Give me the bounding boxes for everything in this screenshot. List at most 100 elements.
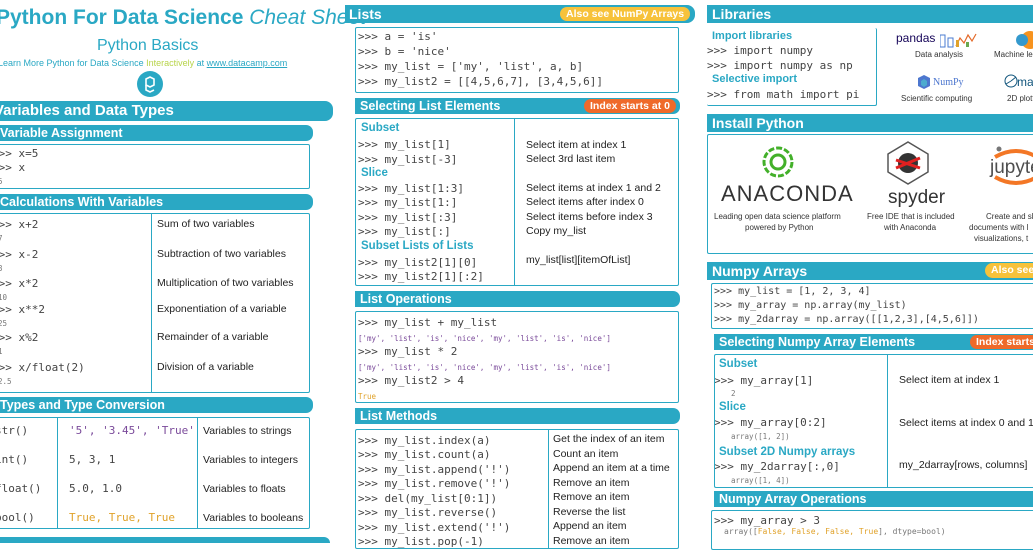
numpy-logo: NumPy [933, 77, 964, 88]
also-see-numpy-tag[interactable]: Also see NumPy Arrays [560, 7, 691, 21]
table-row: >>> x**2 [0, 303, 45, 316]
code-line: >>> my_list = ['my', 'list', a, b] [358, 60, 584, 73]
table-row: bool() [0, 511, 35, 524]
table-row: >>> x+2 [0, 218, 39, 231]
title-bold: Python For Data Science [0, 6, 244, 29]
divider [548, 430, 549, 548]
section-variables: Variables and Data Types [0, 101, 333, 121]
calculations-title: Calculations With Variables [0, 194, 313, 210]
code-line: >>> b = 'nice' [358, 45, 451, 58]
install-python-box: ANACONDA Leading open data science platf… [707, 134, 1033, 254]
code-line: >>> my_array = np.array(my_list) [714, 300, 907, 311]
pandas-caption: Data analysis [915, 50, 964, 59]
numpy-also-see-tag[interactable]: Also see [985, 263, 1033, 278]
code-output: array([False, False, False, True], dtype… [724, 527, 946, 536]
code-line: >>> x [0, 161, 26, 174]
types-title: Types and Type Conversion [0, 397, 313, 413]
list-methods-title: List Methods [355, 408, 680, 424]
table-row: str() [0, 424, 29, 437]
code-output: 5 [0, 177, 3, 186]
types-box: str() '5', '3.45', 'True' Variables to s… [0, 417, 310, 529]
table-row: int() [0, 453, 29, 466]
code-line: >>> my_list[1:3] [358, 182, 464, 195]
code-line: >>> my_list[1:] [358, 196, 458, 209]
index-starts-tag: Index starts at 0 [584, 99, 676, 113]
spyder-caption: Free IDE that is included [867, 212, 955, 221]
lists-box: >>> a = 'is' >>> b = 'nice' >>> my_list … [355, 27, 679, 93]
table-row: >>> my_list.count(a) [358, 448, 491, 461]
datacamp-logo-icon [137, 71, 163, 97]
calculations-box: >>> x+2 7 Sum of two variables >>> x-2 3… [0, 213, 310, 393]
code-line: >>> my_list * 2 [358, 345, 458, 358]
list-operations-title: List Operations [355, 291, 680, 307]
code-line: >>> my_list = [1, 2, 3, 4] [714, 286, 871, 297]
variable-assignment-box: >>> x=5 >>> x 5 [0, 144, 310, 189]
ml-caption: Machine le [994, 50, 1033, 59]
divider [57, 418, 58, 528]
divider [887, 355, 888, 487]
table-row: >>> del(my_list[0:1]) [358, 492, 498, 505]
jupyter-caption: documents with l [969, 223, 1029, 232]
table-row: >>> x%2 [0, 331, 39, 344]
code-line: >>> my_list[:] [358, 225, 451, 238]
code-line: >>> my_list2[1][:2] [358, 270, 484, 283]
list-operations-box: >>> my_list + my_list ['my', 'list', 'is… [355, 311, 679, 403]
libraries-box: Import libraries >>> import numpy >>> im… [707, 26, 1033, 108]
code-line: >>> my_list2 > 4 [358, 374, 464, 387]
matplotlib-logo-icon [1004, 74, 1018, 93]
anaconda-caption: Leading open data science platform [714, 212, 841, 221]
datacamp-link[interactable]: www.datacamp.com [207, 58, 288, 68]
ml-logo-icon [1014, 30, 1033, 50]
numpy-logo-icon [917, 74, 931, 95]
table-row: >>> x*2 [0, 277, 39, 290]
code-line: >>> my_list[:3] [358, 211, 458, 224]
divider [151, 214, 152, 392]
divider [514, 119, 515, 285]
code-line: >>> my_list[-3] [358, 153, 458, 166]
subtitle: Python Basics [97, 37, 199, 54]
list-methods-box: >>> my_list.index(a) Get the index of an… [355, 429, 679, 549]
spyder-caption: with Anaconda [884, 223, 937, 232]
code-line: >>> my_list2[1][0] [358, 256, 478, 269]
table-row: >>> my_list.index(a) [358, 434, 491, 447]
numpy-caption: Scientific computing [901, 94, 973, 103]
pandas-logo: pandas [896, 31, 936, 45]
selecting-list-box: Subset >>> my_list[1] Select item at ind… [355, 118, 679, 286]
learn-more: Learn More Python for Data Science Inter… [0, 58, 288, 68]
table-row: float() [0, 482, 42, 495]
page-title: Python For Data Science Cheat Sheet [0, 6, 366, 30]
numpy-arrays-box: >>> my_list = [1, 2, 3, 4] >>> my_array … [711, 283, 1033, 329]
matplotlib-caption: 2D plott [1007, 94, 1033, 103]
matplotlib-logo: mato [1017, 75, 1033, 89]
libs-box-border [707, 28, 877, 106]
code-line: >>> my_list[1] [358, 138, 451, 151]
table-row: >>> my_list.append('!') [358, 463, 511, 476]
divider [197, 418, 198, 528]
code-line: >>> x=5 [0, 147, 39, 160]
table-row: >>> x/float(2) [0, 361, 85, 374]
table-row: >>> my_list.extend('!') [358, 521, 511, 534]
code-line: >>> a = 'is' [358, 30, 438, 43]
code-line: >>> my_list + my_list [358, 316, 498, 329]
anaconda-logo: ANACONDA [721, 181, 854, 206]
install-python-title: Install Python [707, 114, 1033, 132]
anaconda-logo-icon [761, 145, 795, 184]
code-line: >>> my_2darray[:,0] [714, 460, 840, 473]
code-line: >>> my_list2 = [[4,5,6,7], [3,4,5,6]] [358, 75, 604, 88]
code-line: >>> my_array[0:2] [714, 416, 827, 429]
selecting-numpy-box: Subset >>> my_array[1] 2 Select item at … [714, 354, 1033, 488]
bottom-bar [0, 537, 330, 543]
table-row: >>> my_list.reverse() [358, 506, 498, 519]
spyder-logo-icon [884, 140, 932, 191]
jupyter-caption: Create and sh [986, 212, 1033, 221]
code-line: >>> my_array > 3 [714, 514, 820, 527]
jupyter-logo: jupyte [990, 157, 1033, 178]
code-line: >>> my_array[1] [714, 374, 814, 387]
table-row: >>> x-2 [0, 248, 39, 261]
jupyter-caption: visualizations, t [974, 234, 1029, 243]
anaconda-caption: powered by Python [745, 223, 814, 232]
table-row: >>> my_list.remove('!') [358, 477, 511, 490]
libraries-title: Libraries [707, 5, 1033, 23]
variable-assignment-title: Variable Assignment [0, 125, 313, 141]
numpy-operations-box: >>> my_array > 3 array([False, False, Fa… [711, 510, 1033, 550]
